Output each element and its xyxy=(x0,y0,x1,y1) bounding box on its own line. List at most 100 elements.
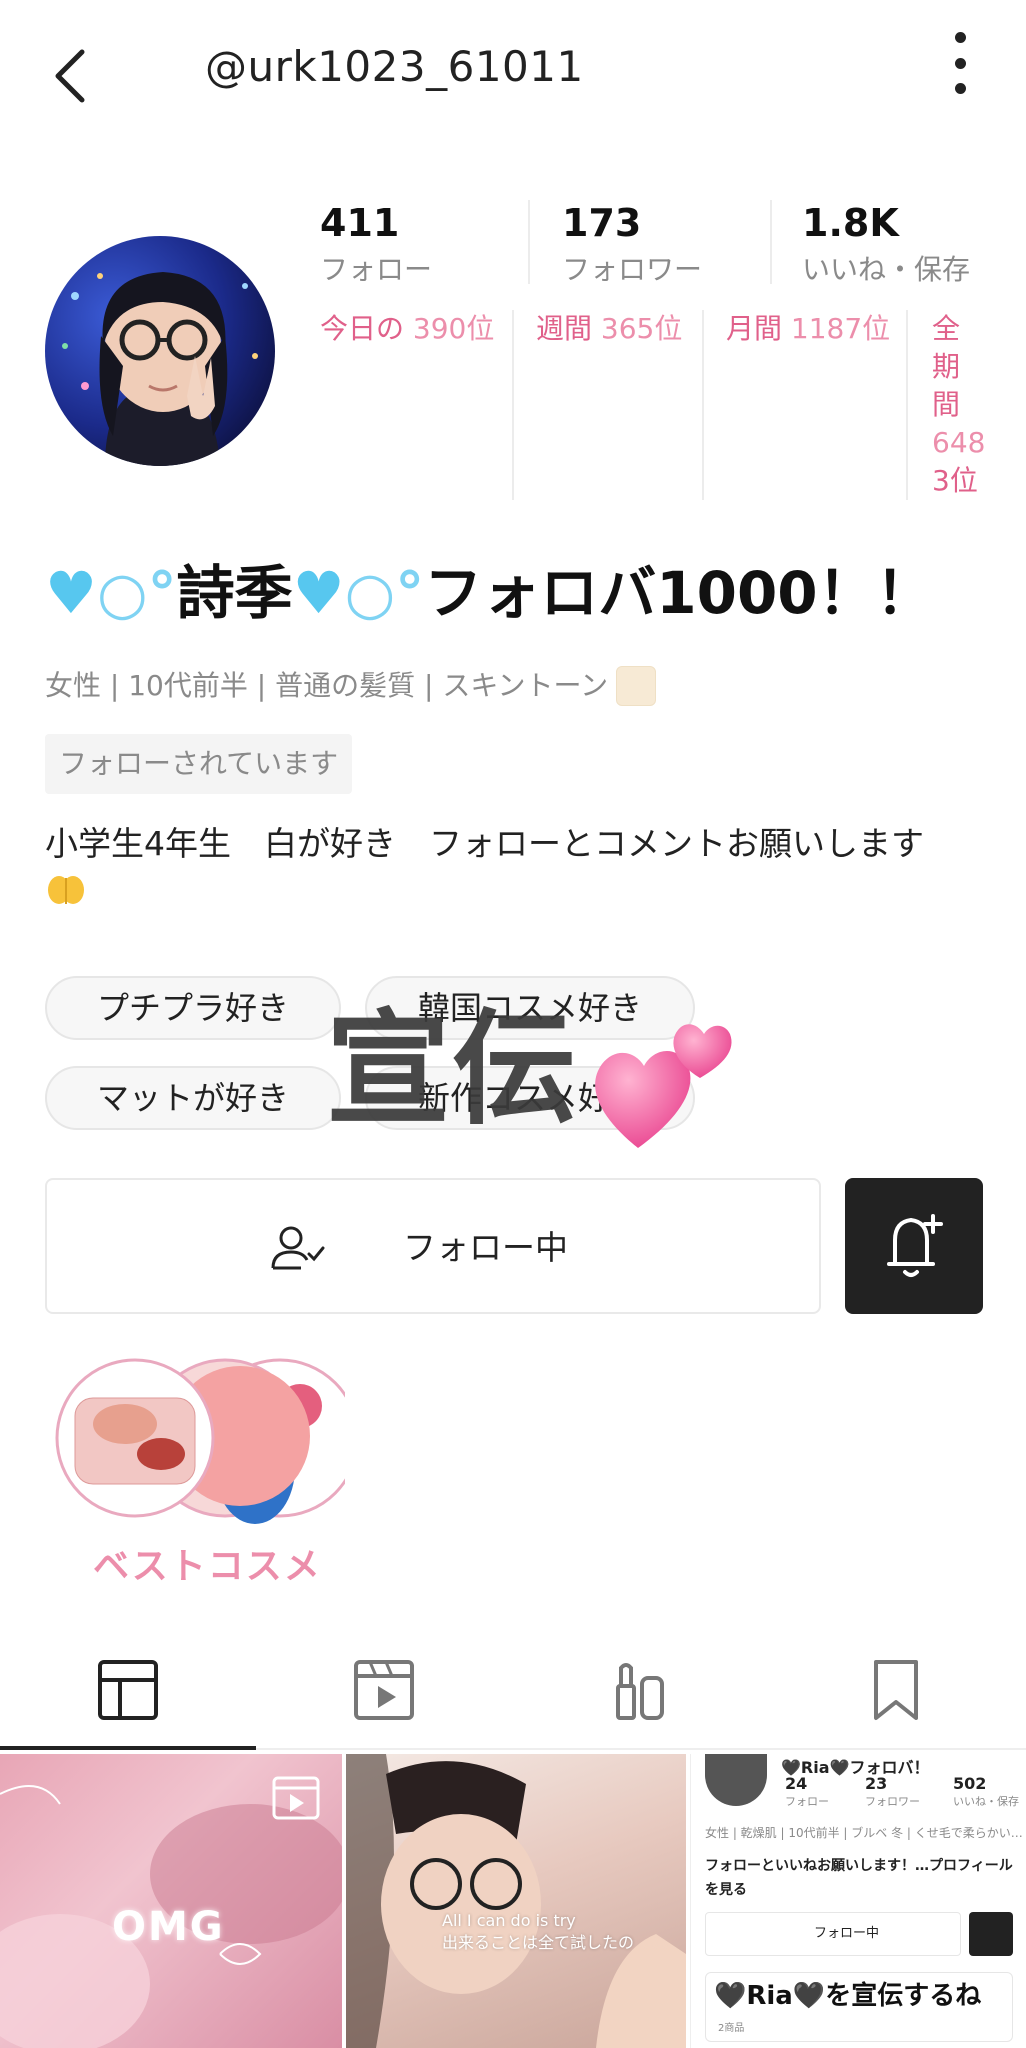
profile-tabs xyxy=(0,1630,1026,1750)
rank-value: 648 xyxy=(932,426,986,459)
stat-value: 411 xyxy=(320,201,400,245)
overlay-line: 出来ることは全て試したの xyxy=(442,1933,635,1952)
mini-bell-icon xyxy=(969,1912,1013,1956)
post-overlay-text: OMG xyxy=(112,1904,225,1950)
avatar-image xyxy=(45,236,275,466)
active-tab-indicator xyxy=(0,1746,256,1750)
bubbles-icon: ○° xyxy=(97,559,177,627)
stat-label: フォロワー xyxy=(562,253,703,286)
post-thumbnail[interactable]: 🖤Ria🖤フォロバ！ 24 フォロー 23 フォロワー 502 いいね・保存 女… xyxy=(690,1754,1026,2048)
top-bar: @urk1023_61011 xyxy=(0,0,1026,140)
mini-stat-label: いいね・保存 xyxy=(953,1795,1019,1808)
mini-bio: フォローといいねお願いします！…プロフィールを見る xyxy=(705,1858,1013,1898)
more-dot-icon xyxy=(954,57,966,69)
mini-card-sub: 2商品 xyxy=(718,2023,745,2034)
interest-tag[interactable]: プチプラ好き xyxy=(45,976,341,1040)
best-cosme-collection[interactable]: ベストコスメ xyxy=(45,1358,360,1598)
following-button-label: フォロー中 xyxy=(403,1228,568,1267)
rank-label: 今日の xyxy=(320,312,405,345)
follows-you-badge: フォローされています xyxy=(45,734,353,794)
chevron-left-icon xyxy=(55,49,85,103)
mini-stat-value: 24 xyxy=(785,1774,808,1793)
rank-label: 間 xyxy=(932,388,961,421)
rank-today[interactable]: 今日の 390位 xyxy=(320,310,494,348)
tab-cosmetics[interactable] xyxy=(512,1630,768,1750)
following-button[interactable]: フォロー中 xyxy=(45,1178,821,1314)
more-options-button[interactable] xyxy=(940,28,980,98)
mini-follow-button: フォロー中 xyxy=(705,1912,961,1956)
cosme-icon xyxy=(616,1663,664,1720)
interest-tag[interactable]: マットが好き xyxy=(45,1066,341,1130)
skin-tone-swatch xyxy=(616,666,657,706)
ranking-row: 今日の 390位 週間 365位 月間 1187位 全 期 間 648 3位 xyxy=(300,310,1000,510)
posts-grid-icon xyxy=(98,1660,158,1720)
mini-stat: 23 フォロワー xyxy=(865,1774,920,1810)
stat-followers[interactable]: 173 フォロワー xyxy=(562,196,702,296)
tab-saved[interactable] xyxy=(768,1630,1024,1750)
mini-card-title: 🖤Ria🖤を宣伝するね xyxy=(714,1981,982,2011)
user-check-icon xyxy=(269,1222,329,1276)
rank-value: 365位 xyxy=(600,312,683,345)
video-icon xyxy=(354,1660,414,1720)
rank-value: 3位 xyxy=(932,464,978,497)
profile-stats: 411 フォロー 173 フォロワー 1.8K いいね・保存 xyxy=(300,196,1000,296)
tab-videos[interactable] xyxy=(256,1630,512,1750)
rank-label: 週間 xyxy=(536,312,593,345)
mini-stat: 24 フォロー xyxy=(785,1774,829,1810)
rank-label: 月間 xyxy=(726,312,783,345)
rank-monthly[interactable]: 月間 1187位 xyxy=(726,310,890,348)
back-button[interactable] xyxy=(44,40,100,110)
overlay-sticker-text: 宣伝 xyxy=(326,998,579,1142)
praying-hands-icon xyxy=(45,868,87,908)
mini-attributes: 女性 | 乾燥肌 | 10代前半 | ブルベ 冬 | くせ毛で柔らかい… xyxy=(705,1826,1023,1840)
post-thumbnail[interactable]: OMG xyxy=(0,1754,342,2048)
divider xyxy=(512,310,514,500)
overlay-line: All I can do is try xyxy=(442,1911,576,1930)
stat-following[interactable]: 411 フォロー xyxy=(320,196,432,296)
bookmark-icon xyxy=(874,1660,918,1720)
two-hearts-icon xyxy=(588,998,738,1158)
more-dot-icon xyxy=(954,83,966,94)
more-dot-icon xyxy=(954,32,966,43)
post-overlay-text: All I can do is try 出来ることは全て試したの xyxy=(442,1910,634,1954)
post-thumbnail[interactable]: All I can do is try 出来ることは全て試したの xyxy=(346,1754,686,2048)
mini-stat: 502 いいね・保存 xyxy=(953,1774,1019,1810)
mini-stat-value: 23 xyxy=(865,1774,888,1793)
bubbles-icon: ○° xyxy=(344,559,425,627)
rank-weekly[interactable]: 週間 365位 xyxy=(536,310,682,348)
mini-stat-label: フォロワー xyxy=(865,1795,920,1808)
stat-likes-saves[interactable]: 1.8K いいね・保存 xyxy=(802,196,970,296)
cosmetics-thumbnail xyxy=(55,1358,360,1524)
divider xyxy=(702,310,704,500)
profile-username: @urk1023_61011 xyxy=(205,42,584,91)
display-name-part: 詩季 xyxy=(176,559,293,627)
notification-bell-button[interactable] xyxy=(845,1178,983,1314)
divider xyxy=(528,200,530,284)
posts-grid: OMG All I can do is try 出来ることは全て試したの 🖤Ri… xyxy=(0,1754,1026,2048)
rank-value: 1187位 xyxy=(790,312,891,345)
video-badge-icon xyxy=(272,1776,320,1820)
rank-label: 期 xyxy=(932,350,961,383)
rank-value: 390位 xyxy=(412,312,495,345)
stat-value: 1.8K xyxy=(802,201,899,245)
profile-bio: 小学生4年生 白が好き フォローとコメントお願いします xyxy=(45,820,1005,908)
mini-stat-label: フォロー xyxy=(785,1795,829,1808)
bell-plus-icon xyxy=(887,1214,943,1277)
mini-promo-card: 🖤Ria🖤を宣伝するね 2商品 xyxy=(705,1972,1013,2042)
bio-text: 小学生4年生 白が好き フォローとコメントお願いします xyxy=(45,824,924,863)
divider xyxy=(770,200,772,284)
blue-heart-icon: ♥ xyxy=(292,559,345,627)
avatar[interactable] xyxy=(45,236,275,466)
post-image xyxy=(346,1754,686,2048)
mini-stat-value: 502 xyxy=(953,1774,987,1793)
tab-posts[interactable] xyxy=(0,1630,256,1750)
attributes-text: 女性 | 10代前半 | 普通の髪質 | スキントーン xyxy=(45,669,609,702)
profile-attributes: 女性 | 10代前半 | 普通の髪質 | スキントーン xyxy=(45,666,657,706)
divider xyxy=(906,310,908,500)
display-name: ♥○°詩季♥○°フォロバ1000！！ xyxy=(45,555,934,631)
mini-avatar xyxy=(705,1754,767,1806)
blue-heart-icon: ♥ xyxy=(45,559,97,627)
rank-alltime[interactable]: 全 期 間 648 3位 xyxy=(932,310,985,500)
display-name-part: フォロバ1000！！ xyxy=(424,559,934,627)
stat-value: 173 xyxy=(562,201,642,245)
